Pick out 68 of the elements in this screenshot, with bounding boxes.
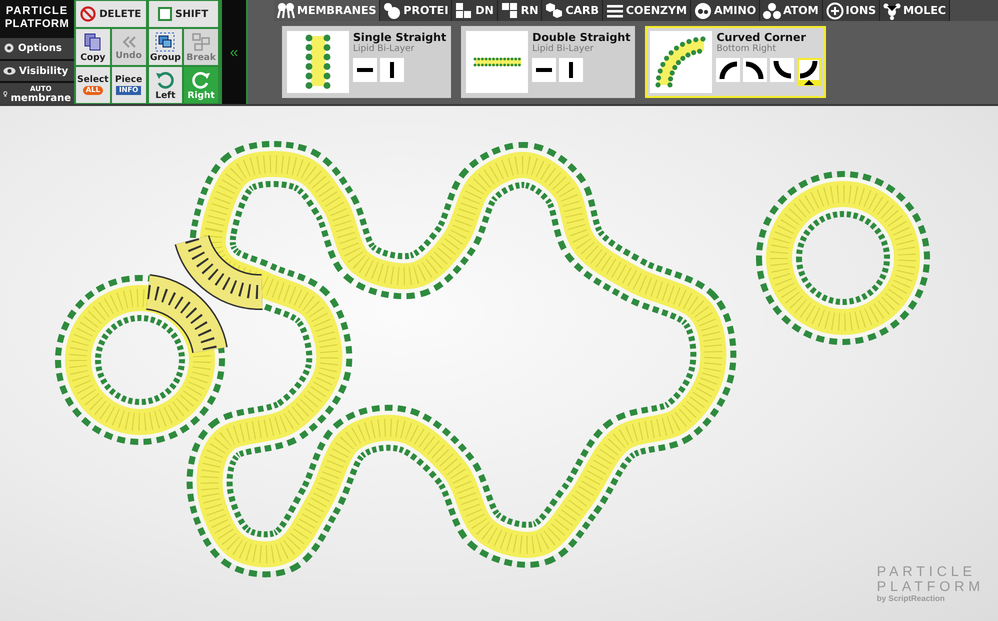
side-menu-button[interactable]: Options <box>0 38 74 59</box>
tab[interactable]: MOLEC <box>880 0 950 21</box>
side-menu-button[interactable]: Visibility <box>0 60 74 82</box>
molecule-icon <box>500 2 519 20</box>
tab[interactable]: AMINO <box>690 0 760 21</box>
membrane-piece-icon <box>305 34 331 90</box>
arc-icon <box>746 61 764 79</box>
piece-title: Double Straight <box>532 31 630 44</box>
rotate-right-icon <box>191 70 212 90</box>
piece-subtitle: Lipid Bi-Layer <box>532 44 595 54</box>
arc-icon <box>719 61 738 79</box>
piece-title: Single Straight <box>353 31 446 44</box>
orientation-option[interactable] <box>797 58 822 86</box>
piece-card[interactable]: Single Straight Lipid Bi-Layer <box>282 26 452 98</box>
membrane-piece-icon <box>473 57 522 67</box>
membrane-label: membrane <box>10 94 71 103</box>
orientation-option[interactable] <box>380 58 404 82</box>
tab[interactable]: DN <box>452 0 498 21</box>
bar-icon <box>569 62 574 78</box>
tab[interactable]: RN <box>498 0 542 21</box>
arc-icon <box>800 61 818 79</box>
shift-button[interactable]: SHIFT <box>148 1 218 27</box>
no-sign-icon <box>80 6 96 22</box>
molecule-icon <box>455 2 474 20</box>
tab[interactable]: CARB <box>542 0 603 21</box>
triangle-icon <box>804 80 814 85</box>
left-button[interactable]: Left <box>148 67 182 103</box>
arc-icon <box>773 61 792 79</box>
piece-title: Curved Corner <box>716 31 807 44</box>
piece-subtitle: Bottom Right <box>716 44 778 54</box>
bar-icon <box>390 62 394 78</box>
tab[interactable]: COENZYM <box>602 0 691 21</box>
lipid-icon <box>277 2 295 20</box>
tab[interactable]: IONS <box>822 0 880 21</box>
bar-icon <box>536 68 552 72</box>
group-button[interactable]: Group <box>148 29 182 65</box>
molecule-icon <box>694 2 712 20</box>
delete-button[interactable]: DELETE <box>76 1 146 27</box>
molecule-icon <box>826 2 844 20</box>
orientation-option[interactable] <box>716 58 740 82</box>
bar-icon <box>357 68 373 72</box>
logo: PARTICLE PLATFORM <box>4 4 70 32</box>
copy-button[interactable]: Copy <box>76 29 110 65</box>
group-icon <box>155 32 176 52</box>
tab[interactable]: ATOM <box>760 0 823 21</box>
orientation-option[interactable] <box>559 58 584 82</box>
membrane-piece-icon <box>655 36 708 88</box>
orientation-option[interactable] <box>770 58 794 82</box>
molecule-icon <box>383 2 402 20</box>
molecule-icon <box>545 2 564 20</box>
copy-icon <box>82 32 103 52</box>
collapse-button[interactable]: « <box>220 0 248 104</box>
piece-card[interactable]: Curved Corner Bottom Right <box>645 26 826 98</box>
tab[interactable]: PROTEI <box>380 0 452 21</box>
shift-checkbox[interactable] <box>158 7 172 21</box>
piece-subtitle: Lipid Bi-Layer <box>353 44 416 54</box>
gear-icon <box>3 42 15 54</box>
orientation-option[interactable] <box>743 58 768 82</box>
eye-icon <box>3 66 16 76</box>
molecule-icon <box>763 2 782 20</box>
rotate-left-icon <box>155 70 176 90</box>
orientation-option[interactable] <box>532 58 556 82</box>
brand-logo: PARTICLE PLATFORM by ScriptReaction <box>876 564 984 603</box>
molecule-icon <box>883 2 902 20</box>
tab[interactable]: MEMBRANES <box>274 0 380 21</box>
piece-card[interactable]: Double Straight Lipid Bi-Layer <box>461 26 636 98</box>
break-apart-icon <box>191 32 212 52</box>
orientation-option[interactable] <box>353 58 377 82</box>
